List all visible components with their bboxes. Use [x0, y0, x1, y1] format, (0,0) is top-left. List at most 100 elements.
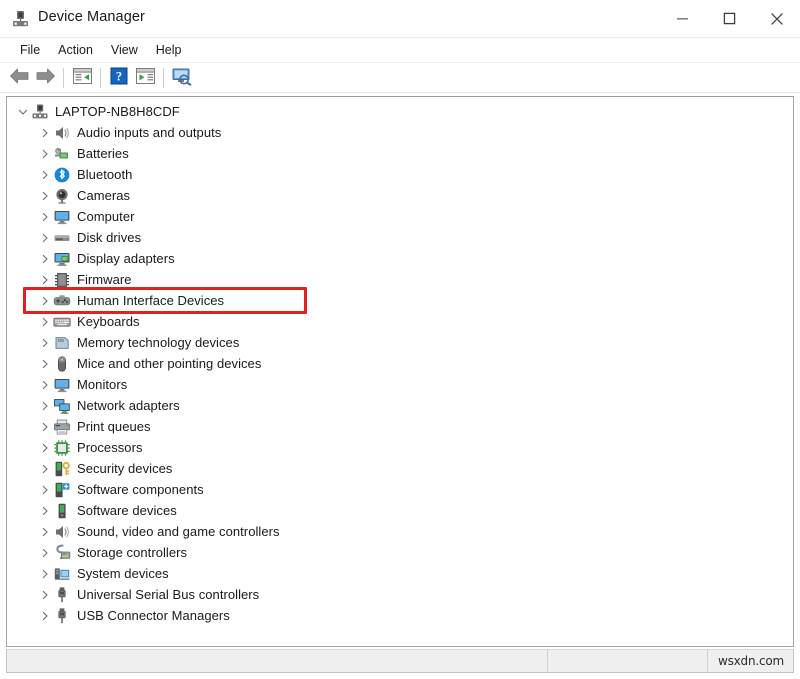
menu-file[interactable]: File: [11, 40, 49, 60]
tree-node[interactable]: Universal Serial Bus controllers: [7, 584, 793, 605]
tree-node[interactable]: Computer: [7, 206, 793, 227]
tree-node[interactable]: Bluetooth: [7, 164, 793, 185]
printer-icon: [53, 418, 71, 436]
tree-node[interactable]: Batteries: [7, 143, 793, 164]
tree-node-label: LAPTOP-NB8H8CDF: [55, 104, 180, 119]
chevron-right-icon[interactable]: [37, 542, 53, 563]
svg-text:?: ?: [116, 69, 122, 83]
tree-node[interactable]: Keyboards: [7, 311, 793, 332]
tree-node[interactable]: Security devices: [7, 458, 793, 479]
forward-button[interactable]: [32, 65, 58, 91]
tree-node[interactable]: Monitors: [7, 374, 793, 395]
minimize-button[interactable]: [659, 0, 706, 37]
tree-node-label: Network adapters: [77, 398, 180, 413]
play-window-icon: [135, 67, 156, 88]
usb-icon: [53, 607, 71, 625]
status-bar: wsxdn.com: [6, 649, 794, 673]
mouse-icon: [53, 355, 71, 373]
chevron-down-icon[interactable]: [15, 101, 31, 122]
chevron-right-icon[interactable]: [37, 563, 53, 584]
chevron-right-icon[interactable]: [37, 437, 53, 458]
tree-node-label: Keyboards: [77, 314, 140, 329]
close-button[interactable]: [753, 0, 800, 37]
tree-root-node[interactable]: LAPTOP-NB8H8CDF: [7, 101, 793, 122]
tree-node-label: Monitors: [77, 377, 128, 392]
chevron-right-icon[interactable]: [37, 353, 53, 374]
scan-hardware-button[interactable]: [169, 65, 195, 91]
properties-button[interactable]: [69, 65, 95, 91]
tree-node-label: Software devices: [77, 503, 177, 518]
monitor-icon: [53, 208, 71, 226]
chevron-right-icon[interactable]: [37, 458, 53, 479]
tree-node[interactable]: Mice and other pointing devices: [7, 353, 793, 374]
chevron-right-icon[interactable]: [37, 185, 53, 206]
chevron-right-icon[interactable]: [37, 500, 53, 521]
chevron-right-icon[interactable]: [37, 605, 53, 626]
menu-action[interactable]: Action: [49, 40, 102, 60]
monitor-icon: [53, 376, 71, 394]
status-pane-primary: [7, 650, 547, 672]
tree-node[interactable]: Software devices: [7, 500, 793, 521]
disk-drive-icon: [53, 229, 71, 247]
tree-node-label: Display adapters: [77, 251, 175, 266]
tree-node[interactable]: Memory technology devices: [7, 332, 793, 353]
chevron-right-icon[interactable]: [37, 395, 53, 416]
tree-node[interactable]: Processors: [7, 437, 793, 458]
menu-help[interactable]: Help: [147, 40, 191, 60]
speaker-icon: [53, 523, 71, 541]
chevron-right-icon[interactable]: [37, 584, 53, 605]
chevron-right-icon[interactable]: [37, 143, 53, 164]
usb-icon: [53, 586, 71, 604]
software-component-icon: [53, 481, 71, 499]
menu-view[interactable]: View: [102, 40, 147, 60]
update-driver-button[interactable]: [132, 65, 158, 91]
tree-node[interactable]: Disk drives: [7, 227, 793, 248]
chevron-right-icon[interactable]: [37, 290, 53, 311]
system-device-icon: [53, 565, 71, 583]
tree-node[interactable]: Display adapters: [7, 248, 793, 269]
maximize-button[interactable]: [706, 0, 753, 37]
chevron-right-icon[interactable]: [37, 416, 53, 437]
chevron-right-icon[interactable]: [37, 206, 53, 227]
device-manager-icon: [11, 9, 30, 28]
toolbar-separator-2: [100, 67, 101, 88]
chevron-right-icon[interactable]: [37, 269, 53, 290]
chevron-right-icon[interactable]: [37, 248, 53, 269]
tree-node[interactable]: Sound, video and game controllers: [7, 521, 793, 542]
title-bar: Device Manager: [0, 0, 800, 37]
tree-node-label: Print queues: [77, 419, 151, 434]
chevron-right-icon[interactable]: [37, 122, 53, 143]
tree-node[interactable]: Network adapters: [7, 395, 793, 416]
help-button[interactable]: ?: [106, 65, 132, 91]
back-button[interactable]: [6, 65, 32, 91]
chevron-right-icon[interactable]: [37, 479, 53, 500]
tree-node-label: Sound, video and game controllers: [77, 524, 280, 539]
chevron-right-icon[interactable]: [37, 521, 53, 542]
chevron-right-icon[interactable]: [37, 227, 53, 248]
chevron-right-icon[interactable]: [37, 332, 53, 353]
chevron-right-icon[interactable]: [37, 374, 53, 395]
device-tree: LAPTOP-NB8H8CDF Audio inputs and outputs B…: [7, 97, 793, 626]
tree-node[interactable]: USB Connector Managers: [7, 605, 793, 626]
tree-node-label: Storage controllers: [77, 545, 188, 560]
tree-node-label: Memory technology devices: [77, 335, 240, 350]
tree-node[interactable]: Audio inputs and outputs: [7, 122, 793, 143]
tree-node[interactable]: Cameras: [7, 185, 793, 206]
tree-node[interactable]: Firmware: [7, 269, 793, 290]
device-tree-panel[interactable]: LAPTOP-NB8H8CDF Audio inputs and outputs B…: [6, 96, 794, 647]
tree-node[interactable]: Human Interface Devices: [7, 290, 793, 311]
chevron-right-icon[interactable]: [37, 164, 53, 185]
computer-root-icon: [31, 103, 49, 121]
tree-node[interactable]: System devices: [7, 563, 793, 584]
tree-node-label: Firmware: [77, 272, 132, 287]
tree-node-label: Human Interface Devices: [77, 293, 225, 308]
tree-node[interactable]: Software components: [7, 479, 793, 500]
memory-card-icon: [53, 334, 71, 352]
chevron-right-icon[interactable]: [37, 311, 53, 332]
status-pane-secondary: [547, 650, 707, 672]
tree-node[interactable]: Storage controllers: [7, 542, 793, 563]
tree-node-label: Audio inputs and outputs: [77, 125, 222, 140]
toolbar-separator-1: [63, 67, 64, 88]
tree-node-label: System devices: [77, 566, 169, 581]
tree-node[interactable]: Print queues: [7, 416, 793, 437]
